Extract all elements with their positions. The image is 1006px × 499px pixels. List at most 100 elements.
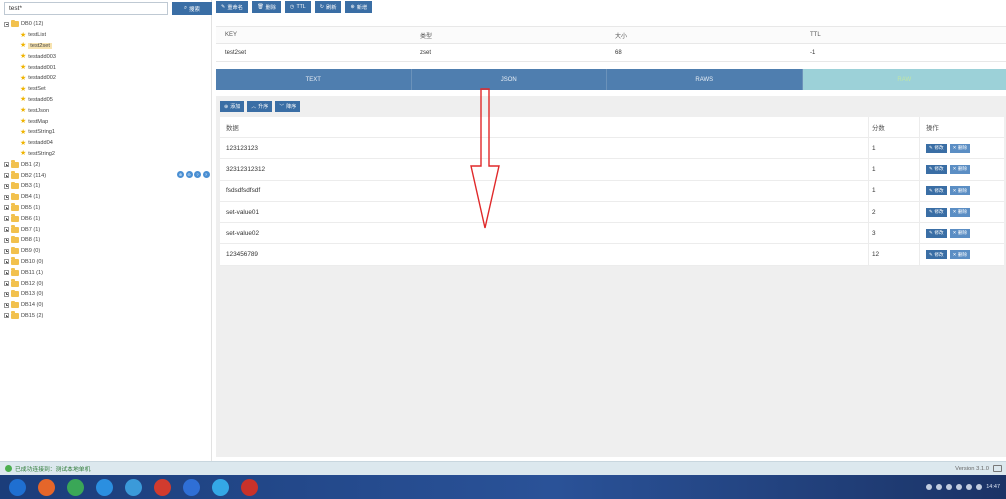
tree-db-item[interactable]: DB3 (1) [4, 181, 210, 192]
expand-icon[interactable] [4, 270, 9, 276]
tree-key-item[interactable]: ★ testString2 [4, 149, 210, 160]
tree-db-item[interactable]: DB15 (2) [4, 311, 210, 322]
tree-key-item[interactable]: ★ testadd002 [4, 73, 210, 84]
windows-start-icon[interactable] [9, 478, 26, 496]
network-icon[interactable] [926, 484, 933, 490]
volume-icon[interactable] [946, 484, 953, 490]
expand-icon[interactable] [4, 237, 9, 243]
tree-db-item[interactable]: DB6 (1) [4, 213, 210, 224]
expand-icon[interactable] [4, 291, 9, 297]
search-button[interactable]: ⌕ 搜索 [172, 2, 212, 15]
add-key-button[interactable]: ⊕ 新增 [345, 1, 373, 13]
tab-raws[interactable]: RAWS [607, 69, 803, 90]
db-tool-icon[interactable]: ? [194, 171, 201, 179]
edit-button[interactable]: ✎ 修改 [926, 164, 947, 174]
app-icon-red[interactable] [154, 478, 171, 496]
message-icon[interactable] [993, 465, 1002, 472]
redis-icon[interactable] [241, 478, 258, 496]
expand-icon[interactable] [4, 302, 9, 308]
chrome-icon[interactable] [67, 478, 84, 496]
delete-button[interactable]: ✕ 删除 [949, 228, 971, 238]
firefox-icon[interactable] [38, 478, 55, 496]
member-value: 123456789 [226, 251, 258, 259]
expand-icon[interactable] [4, 248, 9, 254]
expand-icon[interactable] [4, 162, 9, 168]
tab-text[interactable]: TEXT [216, 69, 412, 90]
tree-db-item[interactable]: DB9 (0) [4, 246, 210, 257]
delete-button[interactable]: ✕ 删除 [949, 250, 971, 260]
wifi-icon[interactable] [956, 484, 963, 490]
ttl-button[interactable]: ◷ TTL [284, 1, 311, 13]
expand-icon[interactable] [4, 313, 9, 319]
tree-db-item[interactable]: DB10 (0) [4, 257, 210, 268]
collapse-icon[interactable] [4, 21, 9, 27]
delete-button[interactable]: ✕ 删除 [949, 207, 971, 217]
edit-button[interactable]: ✎ 修改 [926, 250, 947, 260]
add-member-button[interactable]: ⊕ 添加 [220, 101, 245, 112]
edit-button[interactable]: ✎ 修改 [926, 186, 947, 196]
browser-icon[interactable] [96, 478, 113, 496]
tree-key-label: testadd05 [28, 96, 53, 103]
tree-key-item[interactable]: ★ testadd04 [4, 138, 210, 149]
expand-icon[interactable] [4, 259, 9, 265]
refresh-button[interactable]: ↻ 刷新 [314, 1, 342, 13]
tree-db-item[interactable]: DB11 (1) [4, 267, 210, 278]
tree-key-item[interactable]: ★ testadd05 [4, 95, 210, 106]
app-icon-blue[interactable] [183, 478, 200, 496]
app-icon-cyan[interactable] [212, 478, 229, 496]
tree-db-item[interactable]: DB4 (1) [4, 192, 210, 203]
expand-icon[interactable] [4, 183, 9, 189]
tree-db-item[interactable]: DB5 (1) [4, 203, 210, 214]
tree-db-item[interactable]: DB12 (0) [4, 278, 210, 289]
expand-icon[interactable] [4, 281, 9, 287]
key-info-values: test2set zset 68 -1 [216, 44, 1006, 62]
tree-key-item[interactable]: ★ testMap [4, 116, 210, 127]
connection-status: 已成功连接到：测试本地单机 [15, 467, 91, 473]
tree-key-item[interactable]: ★ testJson [4, 105, 210, 116]
tree-db-item[interactable]: DB1 (2) [4, 159, 210, 170]
ttl-label: TTL [296, 4, 306, 10]
power-icon[interactable] [976, 484, 983, 490]
expand-icon[interactable] [4, 194, 9, 200]
key-star-icon: ★ [20, 118, 27, 126]
tree-key-item[interactable]: ★ testString1 [4, 127, 210, 138]
rename-button[interactable]: ✎ 重命名 [216, 1, 248, 13]
delete-button[interactable]: ✕ 删除 [949, 186, 971, 196]
search-input[interactable] [4, 2, 168, 15]
db-tool-icon[interactable]: ⊖ [185, 171, 193, 179]
member-value: 123123123 [226, 144, 258, 152]
tab-json[interactable]: JSON [412, 69, 607, 90]
os-taskbar: 14:47 [0, 475, 1006, 499]
expand-icon[interactable] [4, 227, 9, 233]
db-tool-icon[interactable]: ? [202, 171, 210, 179]
key-star-icon: ★ [20, 64, 27, 72]
sort-desc-button[interactable]: ﹀ 降序 [275, 101, 301, 112]
tree-db-item[interactable]: DB7 (1) [4, 224, 210, 235]
tree-key-item[interactable]: ★ test2set [4, 41, 210, 52]
expand-icon[interactable] [4, 173, 9, 179]
tree-db-item[interactable]: DB2 (114) ⊕ ⊖?? [4, 170, 210, 181]
delete-button[interactable]: 🗑︎ 删除 [251, 1, 281, 13]
tree-key-item[interactable]: ★ testadd003 [4, 51, 210, 62]
tree-db0[interactable]: DB0 (12) [4, 19, 210, 30]
edit-button[interactable]: ✎ 修改 [926, 207, 947, 217]
delete-button[interactable]: ✕ 删除 [949, 164, 971, 174]
app-icon[interactable] [125, 478, 142, 496]
keyboard-icon[interactable] [936, 484, 943, 490]
expand-icon[interactable] [4, 205, 9, 211]
display-icon[interactable] [966, 484, 973, 490]
tree-key-item[interactable]: ★ testList [4, 30, 210, 41]
tree-key-item[interactable]: ★ testSet [4, 84, 210, 95]
edit-button[interactable]: ✎ 修改 [926, 143, 947, 153]
edit-button[interactable]: ✎ 修改 [926, 228, 947, 238]
sort-asc-button[interactable]: ︿ 升序 [247, 101, 273, 112]
tab-raw[interactable]: RAW [802, 69, 1006, 90]
tree-db-item[interactable]: DB14 (0) [4, 300, 210, 311]
tree-db-item[interactable]: DB8 (1) [4, 235, 210, 246]
tree-key-item[interactable]: ★ testadd001 [4, 62, 210, 73]
expand-icon[interactable] [4, 216, 9, 222]
db-tool-icon[interactable]: ⊕ [177, 171, 184, 179]
folder-icon [11, 160, 19, 168]
tree-db-item[interactable]: DB13 (0) [4, 289, 210, 300]
delete-button[interactable]: ✕ 删除 [949, 143, 971, 153]
